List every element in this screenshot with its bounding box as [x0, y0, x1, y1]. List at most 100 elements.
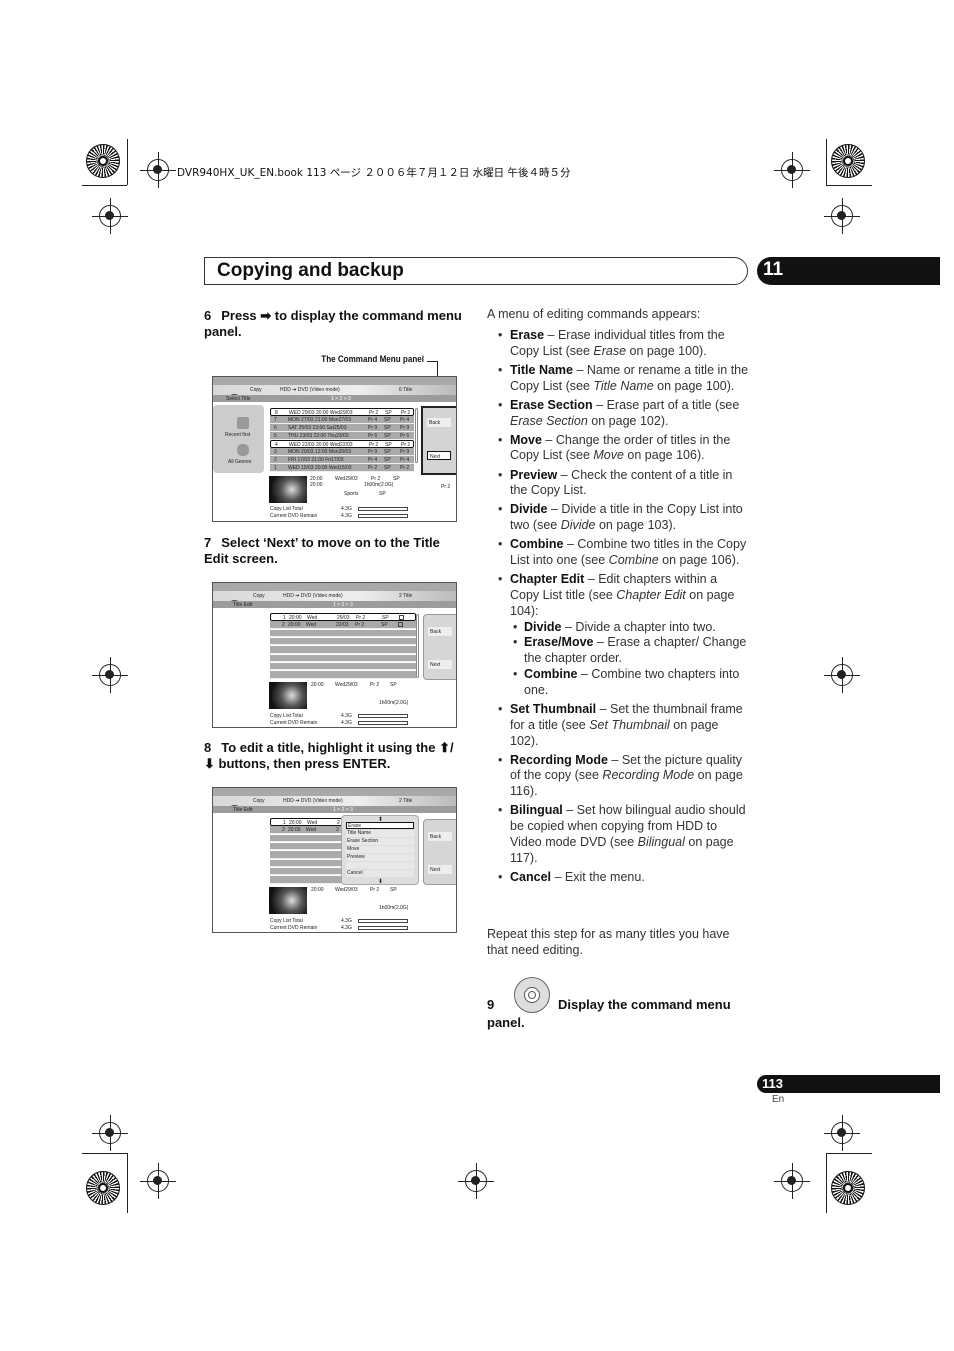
row-cell: SP [384, 464, 391, 471]
command-item: Title Name – Name or rename a title in t… [487, 363, 749, 395]
print-header: DVR940HX_UK_EN.book 113 ページ ２００６年７月１２日 水… [177, 167, 571, 179]
row-cell: 1 [283, 614, 286, 621]
command-menu-panel: Back Next [421, 406, 456, 475]
title-row[interactable] [270, 646, 416, 654]
registration-sunburst-icon [831, 144, 865, 178]
row-cell: WED 29/03 20:00 Wed29/03 [289, 409, 353, 416]
title-row[interactable]: 4 WED 22/03 20:00 Wed22/03 Pr 2 SP Pr 2 [270, 440, 414, 448]
row-cell: 8 [275, 409, 278, 416]
command-desc: – Exit the menu. [551, 869, 645, 884]
command-term: Erase Section [510, 397, 593, 412]
row-cell: THU 23/03 22:00 Thu23/03 [288, 432, 349, 439]
menu-item[interactable]: Erase [346, 822, 414, 829]
registration-mark-icon [92, 198, 128, 234]
dvd-remain-bar [358, 721, 408, 725]
row-cell: 2 [336, 826, 339, 833]
command-item: Erase Section – Erase part of a title (s… [487, 398, 749, 430]
next-button[interactable]: Next [428, 865, 452, 874]
row-cell: 20:00 [288, 826, 301, 833]
title-row[interactable] [270, 629, 416, 638]
row-cell: SP [384, 432, 391, 439]
title-row[interactable]: 1 WED 15/03 20:00 Wed15/03 Pr 2 SP Pr 2 [270, 464, 414, 472]
registration-mark-icon [92, 1115, 128, 1151]
page-reference: Chapter Edit [616, 588, 686, 603]
row-cell: Pr 9 [400, 448, 410, 455]
title-row[interactable]: 8 WED 29/03 20:00 Wed29/03 Pr 2 SP Pr 2 [270, 408, 414, 416]
registration-mark-icon [774, 1163, 810, 1199]
command-item: Set Thumbnail – Set the thumbnail frame … [487, 702, 749, 749]
copy-total-bar [358, 919, 408, 923]
command-term: Bilingual [510, 803, 563, 818]
dvd-remain-bar [358, 926, 408, 930]
page-reference: Bilingual [637, 834, 685, 849]
row-cell: 3 [274, 448, 277, 455]
registration-mark-icon [140, 152, 176, 188]
step-9-text: Display the command menu [558, 997, 731, 1012]
step-9-number: 9 [487, 997, 495, 1012]
row-cell: SP [384, 456, 391, 463]
row-cell: Pr 2 [401, 409, 411, 416]
row-cell: SAT 25/03 23:00 Sat25/03 [288, 424, 347, 431]
thumbnail-image [269, 476, 307, 503]
command-item: Cancel – Exit the menu. [487, 870, 749, 886]
row-cell: Pr 2 [368, 464, 378, 471]
title-row[interactable] [270, 654, 416, 662]
menu-item[interactable]: Cancel [346, 870, 414, 877]
scrollbar[interactable] [416, 614, 419, 678]
edit-icon [399, 614, 404, 620]
title-row[interactable]: 1 20:00 Wed 29/03 Pr 2 SP [270, 613, 416, 621]
row-cell: Wed [306, 621, 317, 628]
title-row[interactable]: 5 THU 23/03 22:00 Thu23/03 Pr 6 SP Pr 6 [270, 432, 414, 440]
menu-item[interactable]: Preview [346, 854, 414, 861]
title-row[interactable]: 3 MON 20/03 13:00 Mon20/03 Pr 9 SP Pr 9 [270, 448, 414, 456]
all-genres-option[interactable]: All Genres [228, 459, 251, 465]
menu-item[interactable] [346, 862, 414, 869]
row-cell: Pr 9 [368, 448, 378, 455]
row-cell: Pr 2 [401, 441, 411, 448]
joystick-dial-icon [514, 977, 550, 1013]
page-reference: Set Thumbnail [589, 717, 670, 732]
title-row[interactable] [270, 671, 416, 679]
back-button[interactable]: Back [428, 832, 452, 841]
row-cell: SP [384, 448, 391, 455]
command-panel: Back Next [423, 819, 456, 885]
back-button[interactable]: Back [427, 418, 451, 427]
command-desc: on page 100). [626, 343, 707, 358]
thumbnail-image [269, 682, 307, 709]
title-row[interactable]: 6 SAT 25/03 23:00 Sat25/03 Pr 9 SP Pr 9 [270, 424, 414, 432]
page-reference: Move [593, 448, 624, 463]
title-row[interactable]: 7 MON 27/03 21:00 Mon27/03 Pr 4 SP Pr 4 [270, 416, 414, 424]
row-cell: 29/03 [337, 614, 350, 621]
scrollbar[interactable] [415, 408, 418, 463]
page-reference: Erase [593, 343, 627, 358]
intro-text: A menu of editing commands appears: [487, 307, 701, 321]
next-button[interactable]: Next [428, 660, 452, 669]
recent-first-option[interactable]: Recent first [225, 432, 250, 438]
back-button[interactable]: Back [428, 627, 452, 636]
registration-sunburst-icon [86, 1171, 120, 1205]
title-row[interactable] [270, 662, 416, 671]
row-cell: 7 [274, 416, 277, 423]
next-button[interactable]: Next [427, 451, 451, 460]
row-cell: 20:00 [289, 614, 302, 621]
row-cell: 2 [337, 819, 340, 826]
title-row[interactable]: 2 20:00 Wed 22/03 Pr 2 SP [270, 621, 416, 629]
screen-title-edit-menu: Copy HDD ➔ DVD (Video mode) 2 Title Title … [212, 787, 457, 933]
page-number: 113 [757, 1075, 940, 1093]
menu-item[interactable]: Erase Section [346, 838, 414, 845]
menu-item[interactable]: Title Name [346, 830, 414, 837]
sub-term: Erase/Move [524, 635, 594, 650]
screen-title-edit: Copy HDD ➔ DVD (Video mode) 2 Title Title … [212, 582, 457, 728]
row-cell: 20:00 [289, 819, 302, 826]
command-desc: on page 100). [653, 378, 735, 393]
title-row[interactable] [270, 637, 416, 646]
title-row[interactable]: 2 FRI 17/03 21:00 Fri17/03 Pr 4 SP Pr 4 [270, 456, 414, 464]
sub-item: Divide – Divide a chapter into two. [510, 620, 749, 636]
menu-item[interactable]: Move [346, 846, 414, 853]
row-cell: 1 [274, 464, 277, 471]
row-cell: WED 22/03 20:00 Wed22/03 [289, 441, 353, 448]
row-cell: Pr 2 [369, 441, 379, 448]
row-cell: SP [385, 409, 392, 416]
command-desc: on page 103). [595, 518, 677, 533]
command-term: Combine [510, 537, 564, 552]
